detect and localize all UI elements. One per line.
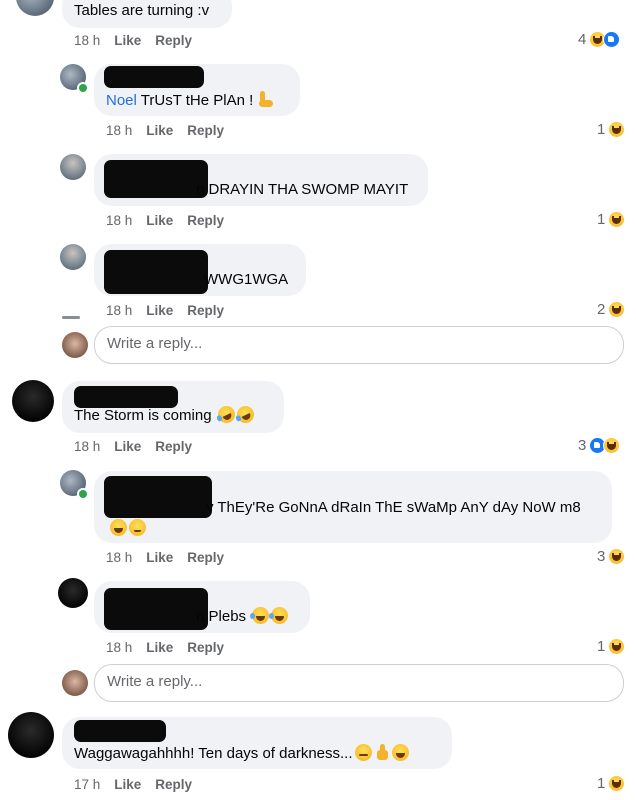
user-avatar bbox=[62, 670, 88, 696]
haha-icon bbox=[608, 301, 626, 318]
reply-button[interactable]: Reply bbox=[187, 213, 224, 228]
redacted-name bbox=[104, 66, 204, 88]
like-button[interactable]: Like bbox=[114, 33, 141, 48]
comment-meta: 18 h Like Reply bbox=[106, 640, 224, 655]
redacted-name bbox=[104, 160, 208, 198]
timestamp: 18 h bbox=[106, 123, 133, 138]
thumbs-up-icon bbox=[374, 744, 390, 761]
comment-emoji-row bbox=[108, 519, 146, 538]
online-status-icon bbox=[77, 82, 89, 94]
like-button[interactable]: Like bbox=[146, 550, 173, 565]
divider bbox=[62, 316, 80, 319]
haha-icon bbox=[608, 121, 626, 138]
reaction-summary[interactable]: 4 bbox=[578, 31, 621, 48]
reply-input[interactable]: Write a reply... bbox=[94, 664, 624, 702]
like-button[interactable]: Like bbox=[146, 640, 173, 655]
reaction-summary[interactable]: 1 bbox=[597, 638, 626, 655]
like-icon bbox=[603, 31, 621, 48]
timestamp: 18 h bbox=[106, 550, 133, 565]
wink-icon bbox=[354, 744, 372, 761]
haha-icon bbox=[608, 548, 626, 565]
reaction-count: 1 bbox=[597, 638, 606, 655]
reply-placeholder: Write a reply... bbox=[107, 673, 203, 690]
mention-link[interactable]: Noel bbox=[106, 92, 137, 109]
reaction-summary[interactable]: 3 bbox=[578, 437, 621, 454]
timestamp: 18 h bbox=[106, 213, 133, 228]
flexed-biceps-icon bbox=[257, 90, 275, 108]
comment-meta: 17 h Like Reply bbox=[74, 777, 192, 792]
reaction-count: 1 bbox=[597, 775, 606, 792]
haha-icon bbox=[608, 638, 626, 655]
comment-text: The Storm is coming bbox=[74, 403, 257, 426]
avatar[interactable] bbox=[60, 154, 86, 180]
reaction-summary[interactable]: 1 bbox=[597, 121, 626, 138]
comment-text: n Plebs bbox=[196, 607, 289, 626]
avatar[interactable] bbox=[16, 0, 54, 16]
comment-meta: 18 h Like Reply bbox=[74, 439, 192, 454]
timestamp: 18 h bbox=[74, 439, 101, 454]
haha-icon bbox=[603, 437, 621, 454]
comment-meta: 18 h Like Reply bbox=[106, 550, 224, 565]
reaction-count: 3 bbox=[597, 548, 606, 565]
reply-button[interactable]: Reply bbox=[155, 777, 192, 792]
redacted-name bbox=[74, 386, 178, 408]
online-status-icon bbox=[77, 488, 89, 500]
reply-button[interactable]: Reply bbox=[187, 550, 224, 565]
grinning-icon bbox=[391, 744, 409, 761]
tears-of-joy-icon bbox=[269, 607, 289, 624]
reaction-summary[interactable]: 3 bbox=[597, 548, 626, 565]
comment-text: WWG1WGA bbox=[204, 271, 289, 288]
redacted-name bbox=[104, 250, 208, 294]
rofl-icon bbox=[233, 403, 257, 426]
like-button[interactable]: Like bbox=[146, 213, 173, 228]
comment-meta: 18 h Like Reply bbox=[106, 213, 224, 228]
like-button[interactable]: Like bbox=[146, 303, 173, 318]
avatar[interactable] bbox=[58, 578, 88, 608]
reaction-count: 3 bbox=[578, 437, 587, 454]
like-button[interactable]: Like bbox=[114, 777, 141, 792]
haha-icon bbox=[608, 775, 626, 792]
comment-meta: 18 h Like Reply bbox=[106, 303, 224, 318]
redacted-name bbox=[104, 588, 208, 630]
reaction-summary[interactable]: 2 bbox=[597, 301, 626, 318]
reaction-count: 1 bbox=[597, 211, 606, 228]
reply-button[interactable]: Reply bbox=[155, 33, 192, 48]
like-button[interactable]: Like bbox=[146, 123, 173, 138]
timestamp: 18 h bbox=[74, 33, 101, 48]
eye-roll-icon bbox=[129, 519, 146, 536]
comment-text: Noel TrUsT tHe PlAn ! bbox=[106, 90, 275, 110]
redacted-name bbox=[74, 720, 166, 742]
reaction-summary[interactable]: 1 bbox=[597, 211, 626, 228]
reaction-count: 4 bbox=[578, 31, 587, 48]
avatar[interactable] bbox=[12, 380, 54, 422]
comment-text: Tables are turning :v bbox=[74, 2, 210, 19]
tears-of-joy-icon bbox=[250, 607, 270, 624]
reaction-count: 2 bbox=[597, 301, 606, 318]
reply-input[interactable]: Write a reply... bbox=[94, 326, 624, 364]
like-button[interactable]: Like bbox=[114, 439, 141, 454]
haha-icon bbox=[608, 211, 626, 228]
reaction-summary[interactable]: 1 bbox=[597, 775, 626, 792]
reply-button[interactable]: Reply bbox=[187, 303, 224, 318]
comment-text: Waggawagahhhh! Ten days of darkness... bbox=[74, 744, 409, 763]
comment-text: y ThEy'Re GoNnA dRaIn ThE sWaMp AnY dAy … bbox=[206, 499, 581, 516]
timestamp: 18 h bbox=[106, 303, 133, 318]
comment-text: n DRAYIN THA SWOMP MAYIT bbox=[196, 181, 409, 198]
comment-meta: 18 h Like Reply bbox=[106, 123, 224, 138]
redacted-name bbox=[104, 476, 212, 518]
comment-meta: 18 h Like Reply bbox=[74, 33, 192, 48]
user-avatar bbox=[62, 332, 88, 358]
avatar[interactable] bbox=[8, 712, 54, 758]
avatar[interactable] bbox=[60, 244, 86, 270]
reply-placeholder: Write a reply... bbox=[107, 335, 203, 352]
timestamp: 17 h bbox=[74, 777, 101, 792]
grinning-sweat-icon bbox=[110, 519, 127, 536]
rofl-icon bbox=[214, 403, 238, 426]
timestamp: 18 h bbox=[106, 640, 133, 655]
reply-button[interactable]: Reply bbox=[187, 123, 224, 138]
reaction-count: 1 bbox=[597, 121, 606, 138]
reply-button[interactable]: Reply bbox=[155, 439, 192, 454]
reply-button[interactable]: Reply bbox=[187, 640, 224, 655]
